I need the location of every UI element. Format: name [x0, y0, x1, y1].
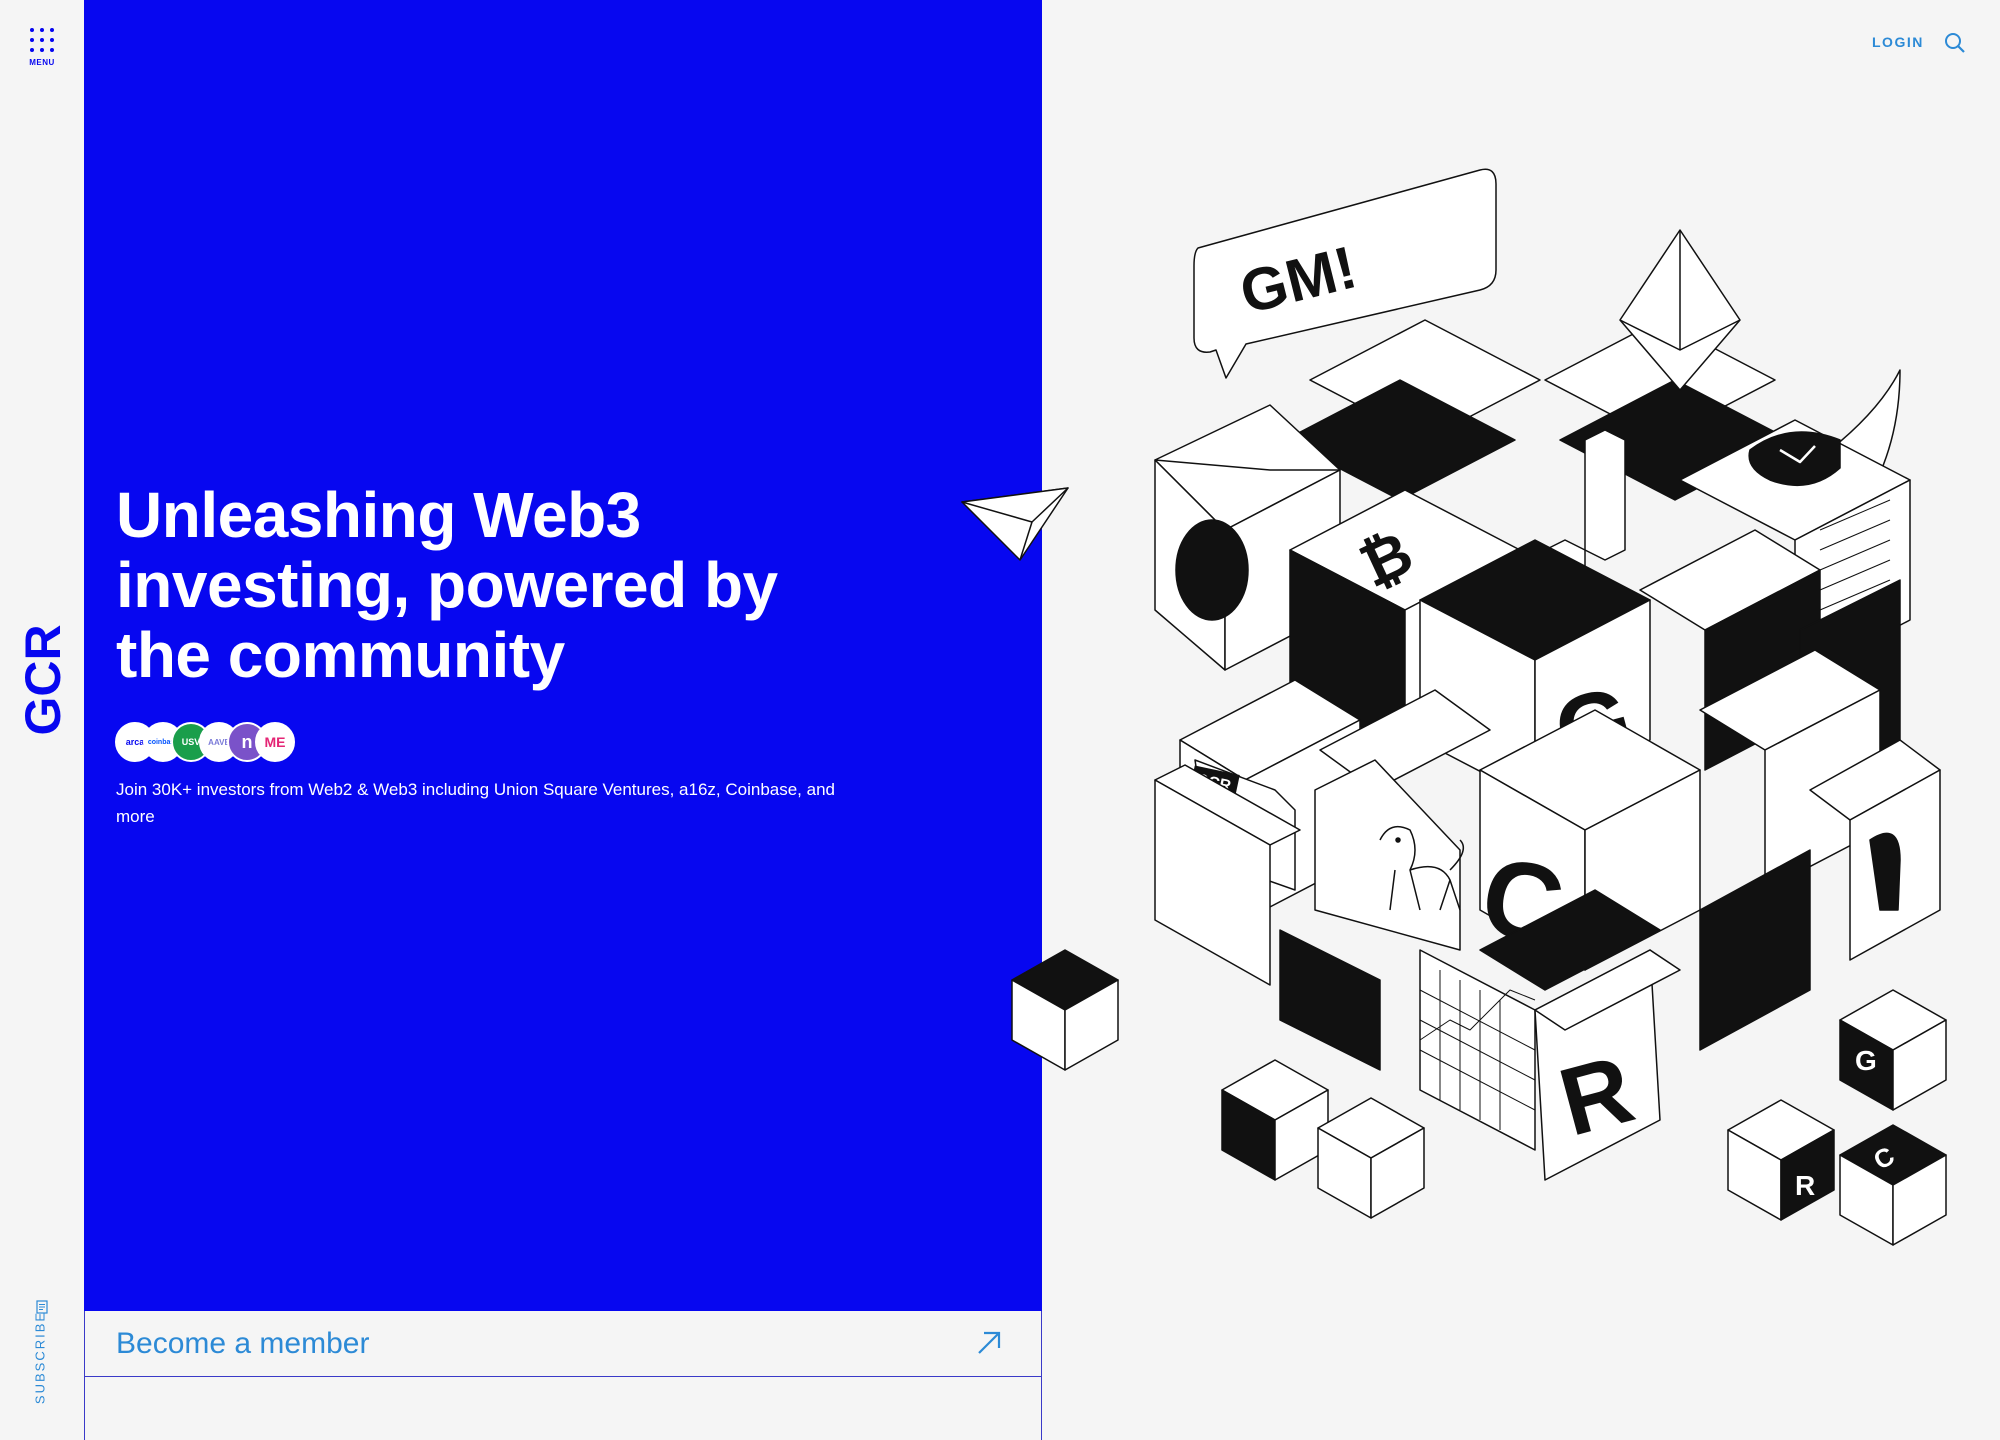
small-cube-left	[1011, 949, 1119, 1071]
login-link[interactable]: LOGIN	[1872, 34, 1924, 50]
logo-text: GCR	[15, 624, 71, 735]
become-member-button[interactable]: Become a member	[84, 1311, 1042, 1377]
small-cube-g: G	[1839, 989, 1947, 1111]
gcr-logo[interactable]: GCR	[14, 620, 74, 740]
menu-grid-icon	[30, 28, 54, 52]
small-letter-r: R	[1795, 1170, 1815, 1201]
search-icon[interactable]	[1944, 32, 1966, 54]
small-cube-bottom-2	[1317, 1097, 1425, 1219]
menu-label: MENU	[29, 58, 55, 67]
hero-title: Unleashing Web3 investing, powered by th…	[116, 479, 778, 691]
small-cube-c: C	[1839, 1124, 1947, 1246]
arrow-up-right-icon	[978, 1331, 1001, 1354]
become-member-label: Become a member	[116, 1327, 370, 1360]
hero-panel: Unleashing Web3 investing, powered by th…	[84, 0, 1042, 1311]
lower-panel	[84, 1377, 1042, 1440]
subscribe-label: SUBSCRIBE	[32, 1310, 48, 1405]
partner-logos: arca coinbase USV AAVE n ME	[115, 722, 315, 764]
subscribe-link[interactable]: SUBSCRIBE	[28, 1300, 58, 1412]
cube-illustration: GM! ₿ C R G R C	[961, 168, 1947, 1246]
menu-button[interactable]: MENU	[22, 28, 62, 74]
left-rail: MENU GCR SUBSCRIBE	[0, 0, 84, 1440]
paper-plane-icon	[961, 487, 1069, 561]
partner-logo-magic-eden: ME	[255, 722, 295, 762]
hero-subtitle: Join 30K+ investors from Web2 & Web3 inc…	[116, 780, 835, 826]
small-cube-r: R	[1727, 1099, 1835, 1221]
small-cube-bottom-1	[1221, 1059, 1329, 1181]
small-letter-g: G	[1855, 1045, 1877, 1076]
